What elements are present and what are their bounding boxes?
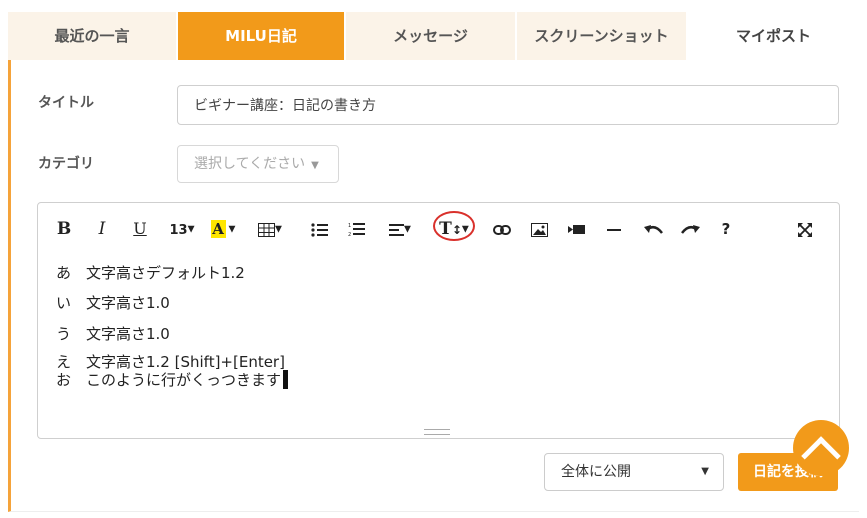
table-button[interactable]: ▼	[255, 217, 285, 241]
line-text: 文字高さデフォルト1.2	[86, 264, 245, 282]
line-text: 文字高さ1.0	[86, 294, 170, 312]
horizontal-rule-button[interactable]	[606, 217, 622, 241]
image-icon	[530, 222, 548, 237]
tab-bar: 最近の一言 MILU日記 メッセージ スクリーンショット マイポスト	[8, 12, 859, 60]
line-marker: い	[56, 294, 72, 312]
align-icon	[389, 223, 405, 236]
category-select[interactable]: 選択してください ▼	[177, 145, 339, 183]
image-button[interactable]	[529, 217, 549, 241]
category-label: カテゴリ	[38, 156, 94, 172]
numbered-list-button[interactable]: 12	[346, 217, 366, 241]
content-line: あ文字高さデフォルト1.2	[56, 263, 288, 283]
content-line: い文字高さ1.0	[56, 293, 288, 313]
svg-text:2: 2	[348, 232, 351, 237]
bold-button[interactable]: B	[56, 217, 72, 241]
diary-editor-window: 最近の一言 MILU日記 メッセージ スクリーンショット マイポスト タイトル …	[0, 0, 867, 518]
tab-recent-words[interactable]: 最近の一言	[8, 12, 178, 60]
tab-screenshots[interactable]: スクリーンショット	[517, 12, 688, 60]
title-label: タイトル	[38, 95, 94, 111]
undo-button[interactable]	[642, 217, 664, 241]
editor-toolbar: B I U 13▼ A ▼ ▼ 12 ▼ T↕▼ ?	[38, 203, 839, 253]
bullet-list-icon	[310, 222, 328, 237]
tab-messages[interactable]: メッセージ	[346, 12, 517, 60]
text-cursor	[283, 370, 289, 389]
resize-handle[interactable]	[424, 429, 450, 435]
video-button[interactable]	[566, 217, 586, 241]
horizontal-rule-icon	[607, 228, 621, 231]
link-button[interactable]	[491, 217, 513, 241]
line-marker: お	[56, 371, 72, 389]
visibility-value: 全体に公開	[561, 464, 631, 480]
visibility-select[interactable]: 全体に公開 ▼	[544, 453, 724, 491]
expand-icon	[798, 222, 812, 237]
redo-button[interactable]	[679, 217, 701, 241]
svg-text:1: 1	[348, 223, 351, 229]
diary-form-panel: タイトル カテゴリ 選択してください▼ B I U 13▼ A ▼ ▼ 12	[8, 60, 859, 512]
content-line: う文字高さ1.0	[56, 324, 288, 344]
fullscreen-button[interactable]	[796, 217, 814, 241]
tab-my-posts[interactable]: マイポスト	[688, 12, 859, 60]
line-marker: あ	[56, 264, 72, 282]
scroll-to-top-button[interactable]	[793, 420, 849, 476]
video-icon	[567, 225, 585, 234]
chevron-up-icon	[801, 436, 841, 476]
line-marker: え	[56, 353, 72, 371]
redo-icon	[680, 224, 700, 234]
title-input[interactable]	[177, 85, 839, 125]
annotation-circle	[433, 211, 475, 241]
caret-down-icon: ▼	[225, 224, 236, 235]
content-line: おこのように行がくっつきます	[56, 370, 289, 390]
underline-button[interactable]: U	[131, 217, 149, 241]
content-line: え文字高さ1.2 [Shift]+[Enter]	[56, 354, 288, 370]
caret-down-icon: ▼	[311, 160, 319, 171]
caret-down-icon: ▼	[187, 224, 195, 235]
font-size-dropdown[interactable]: 13▼	[168, 217, 196, 241]
category-placeholder: 選択してください	[194, 156, 306, 172]
editor-content[interactable]: あ文字高さデフォルト1.2 い文字高さ1.0 う文字高さ1.0 え文字高さ1.2…	[56, 263, 289, 390]
line-text: 文字高さ1.0	[86, 325, 170, 343]
link-icon	[493, 224, 511, 235]
help-button[interactable]: ?	[718, 217, 734, 241]
numbered-list-icon: 12	[348, 223, 365, 238]
undo-icon	[643, 224, 663, 234]
highlight-color-button[interactable]: A ▼	[208, 217, 238, 241]
table-icon	[258, 222, 276, 237]
caret-down-icon: ▼	[701, 466, 709, 477]
rich-text-editor: B I U 13▼ A ▼ ▼ 12 ▼ T↕▼ ? あ 文字高さデフォルト1.…	[37, 202, 840, 439]
tab-milu-diary[interactable]: MILU日記	[178, 12, 346, 60]
highlight-icon: A	[210, 220, 226, 238]
line-text: 文字高さ1.2 [Shift]+[Enter]	[86, 353, 285, 371]
line-marker: う	[56, 325, 72, 343]
align-dropdown[interactable]: ▼	[386, 217, 414, 241]
font-size-value: 13	[169, 223, 188, 238]
bullet-list-button[interactable]	[309, 217, 329, 241]
line-text: このように行がくっつきます	[86, 371, 282, 389]
italic-button[interactable]: I	[94, 217, 110, 241]
